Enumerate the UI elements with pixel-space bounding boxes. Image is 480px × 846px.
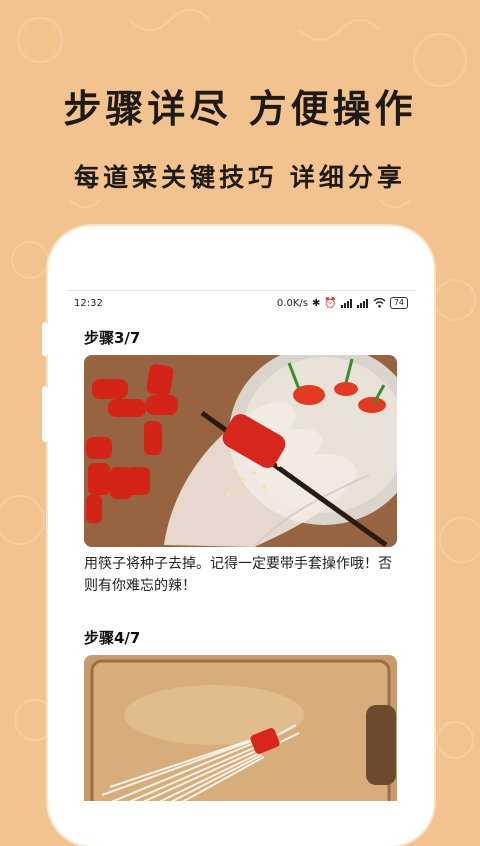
subheadline: 每道菜关键技巧 详细分享 <box>74 163 406 192</box>
step-title: 步骤4/7 <box>84 629 141 647</box>
phone-side-button <box>42 386 48 442</box>
network-speed: 0.0K/s <box>276 297 308 309</box>
signal-hd-icon <box>356 298 368 308</box>
status-bar: 12:32 0.0K/s ✱ ⏰ 74 <box>66 291 416 317</box>
step-photo <box>84 655 397 801</box>
headline: 步骤详尽 方便操作 <box>63 87 417 131</box>
chili-seeding-photo <box>84 355 397 547</box>
bluetooth-icon: ✱ <box>311 297 321 309</box>
step-title: 步骤3/7 <box>84 329 141 347</box>
step-caption: 用筷子将种子去掉。记得一定要带手套操作哦！否则有你难忘的辣！ <box>84 556 392 594</box>
status-icons: 0.0K/s ✱ ⏰ 74 <box>277 297 408 309</box>
phone-side-button <box>42 322 48 356</box>
status-time: 12:32 <box>74 298 103 309</box>
app-screen: 12:32 0.0K/s ✱ ⏰ 74 步骤3/7 用筷子将种子去掉。记得一定要… <box>66 290 416 801</box>
alarm-icon: ⏰ <box>324 297 337 309</box>
enoki-tied-photo <box>84 655 397 801</box>
signal-icon <box>340 298 352 308</box>
wifi-icon <box>373 298 386 308</box>
battery-icon: 74 <box>389 297 408 309</box>
step-photo <box>84 355 397 547</box>
